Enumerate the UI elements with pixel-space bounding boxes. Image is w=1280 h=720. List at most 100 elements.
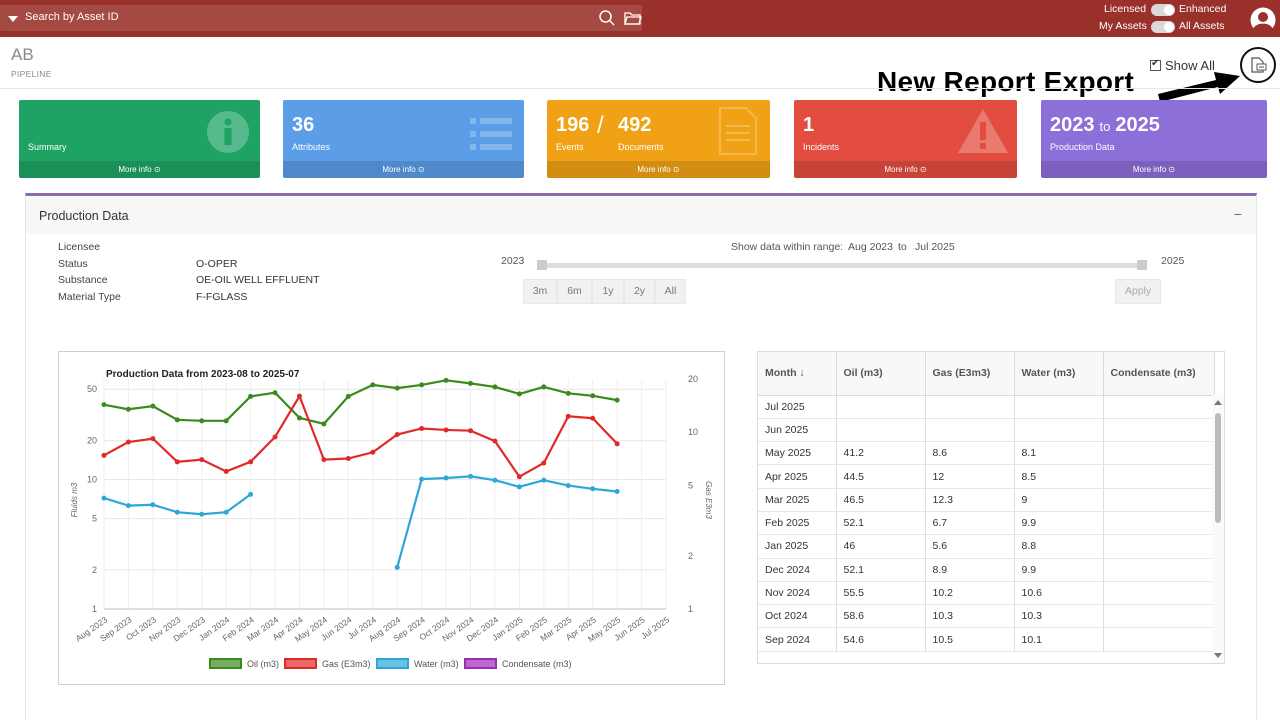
table-cell <box>925 418 1015 443</box>
table-cell: Oct 2024 <box>758 604 837 629</box>
table-cell <box>1014 418 1104 443</box>
more-info-label: More info <box>118 165 152 174</box>
table-cell: Jul 2025 <box>758 395 837 419</box>
data-point <box>248 459 254 465</box>
data-point <box>174 459 180 465</box>
table-row[interactable]: Apr 2025 44.5 12 8.5 <box>758 464 1215 489</box>
attributes-count: 36 <box>292 114 315 136</box>
data-point <box>199 418 205 424</box>
table-cell: 8.8 <box>1014 534 1104 559</box>
search-icon[interactable] <box>598 9 616 27</box>
scroll-up-icon[interactable] <box>1214 400 1222 405</box>
licensee-label: Licensee <box>58 241 101 253</box>
slider-handle-end[interactable] <box>1137 260 1147 270</box>
col-oil-header[interactable]: Oil (m3) <box>836 352 926 396</box>
events-documents-box[interactable]: 196 / 492 Events Documents More info ⊙ <box>547 100 770 178</box>
table-cell: Jan 2025 <box>758 534 837 559</box>
production-data-box[interactable]: 2023 to 2025 Production Data More info ⊙ <box>1041 100 1267 178</box>
header-divider <box>0 88 1280 89</box>
series-line-oil <box>103 379 618 426</box>
production-more-info-link[interactable]: More info ⊙ <box>1041 161 1267 178</box>
events-label: Events <box>556 142 584 152</box>
incidents-more-info-link[interactable]: More info ⊙ <box>794 161 1017 178</box>
table-cell: 8.5 <box>1014 464 1104 489</box>
user-avatar-icon[interactable] <box>1250 7 1276 33</box>
col-month-header[interactable]: Month ↓ <box>758 352 837 396</box>
table-row[interactable]: Jul 2025 <box>758 395 1215 419</box>
production-data-label: Production Data <box>1050 142 1115 152</box>
table-row[interactable]: Mar 2025 46.5 12.3 9 <box>758 488 1215 512</box>
sort-down-icon[interactable]: ↓ <box>799 367 804 379</box>
attributes-box[interactable]: 36 Attributes More info ⊙ <box>283 100 524 178</box>
data-point <box>150 502 156 508</box>
licensed-enhanced-toggle[interactable] <box>1151 4 1175 16</box>
y-tick-label: 5 <box>92 514 97 524</box>
data-point <box>516 391 522 397</box>
summary-more-info-link[interactable]: More info ⊙ <box>19 161 260 178</box>
production-to-word: to <box>1099 119 1111 134</box>
production-table: Month ↓ Oil (m3) Gas (E3m3) Water (m3) C… <box>757 351 1225 664</box>
table-row[interactable]: Nov 2024 55.5 10.2 10.6 <box>758 581 1215 606</box>
data-point <box>223 509 229 515</box>
table-row[interactable]: Feb 2025 52.1 6.7 9.9 <box>758 511 1215 536</box>
table-row[interactable]: Jun 2025 <box>758 418 1215 443</box>
minimize-icon[interactable]: − <box>1234 206 1242 222</box>
data-point <box>223 468 229 474</box>
table-row[interactable]: Jan 2025 46 5.6 8.8 <box>758 534 1215 559</box>
scroll-thumb[interactable] <box>1215 413 1221 523</box>
date-range-slider[interactable] <box>540 263 1144 268</box>
range-1y-button[interactable]: 1y <box>592 279 624 304</box>
data-point <box>321 421 327 427</box>
col-water-header[interactable]: Water (m3) <box>1014 352 1104 396</box>
range-6m-button[interactable]: 6m <box>557 279 592 304</box>
my-assets-label: My Assets <box>1099 20 1147 32</box>
table-row[interactable]: Sep 2024 54.6 10.5 10.1 <box>758 627 1215 652</box>
top-bar: Search by Asset ID Licensed Enhanced My … <box>0 0 1280 37</box>
legend-label: Condensate (m3) <box>502 659 572 669</box>
table-row[interactable]: Dec 2024 52.1 8.9 9.9 <box>758 558 1215 582</box>
file-export-icon[interactable] <box>1242 49 1274 81</box>
x-tick-label: Jul 2025 <box>639 614 671 641</box>
range-all-button[interactable]: All <box>655 279 686 304</box>
assets-scope-toggle[interactable] <box>1151 21 1175 33</box>
y2-tick-label: 20 <box>688 374 698 384</box>
attributes-more-info-link[interactable]: More info ⊙ <box>283 161 524 178</box>
table-scrollbar[interactable] <box>1212 395 1224 663</box>
status-label: Status <box>58 258 88 270</box>
col-gas-header[interactable]: Gas (E3m3) <box>925 352 1015 396</box>
report-export-button[interactable] <box>1240 47 1276 83</box>
table-row[interactable]: May 2025 41.2 8.6 8.1 <box>758 441 1215 466</box>
table: Month ↓ Oil (m3) Gas (E3m3) Water (m3) C… <box>758 352 1215 652</box>
range-2y-button[interactable]: 2y <box>624 279 655 304</box>
search-input[interactable]: Search by Asset ID <box>25 11 119 23</box>
table-cell: 12 <box>925 464 1015 489</box>
summary-box[interactable]: Summary More info ⊙ <box>19 100 260 178</box>
table-cell: 6.7 <box>925 511 1015 536</box>
range-3m-button[interactable]: 3m <box>523 279 557 304</box>
data-point <box>150 403 156 409</box>
material-type-value: F-FGLASS <box>196 291 248 303</box>
folder-open-icon[interactable] <box>624 9 642 27</box>
table-row[interactable]: Oct 2024 58.6 10.3 10.3 <box>758 604 1215 629</box>
material-type-label: Material Type <box>58 291 121 303</box>
scroll-down-icon[interactable] <box>1214 653 1222 658</box>
more-info-label: More info <box>382 165 416 174</box>
range-to-word: to <box>898 241 907 253</box>
range-to: Jul 2025 <box>915 241 955 253</box>
data-point <box>590 393 596 399</box>
data-point <box>590 415 596 421</box>
search-bar[interactable]: Search by Asset ID <box>0 5 642 31</box>
table-cell <box>1103 488 1215 512</box>
slider-handle-start[interactable] <box>537 260 547 270</box>
events-more-info-link[interactable]: More info ⊙ <box>547 161 770 178</box>
table-cell: Sep 2024 <box>758 627 837 652</box>
data-point <box>370 382 376 388</box>
legend-swatch <box>209 658 242 669</box>
incidents-box[interactable]: 1 Incidents More info ⊙ <box>794 100 1017 178</box>
dropdown-caret-icon[interactable] <box>8 16 18 22</box>
more-info-label: More info <box>1132 165 1167 174</box>
documents-count: 492 <box>618 114 652 136</box>
apply-button[interactable]: Apply <box>1115 279 1161 304</box>
production-start-year: 2023 <box>1050 114 1095 136</box>
col-condensate-header[interactable]: Condensate (m3) <box>1103 352 1215 396</box>
